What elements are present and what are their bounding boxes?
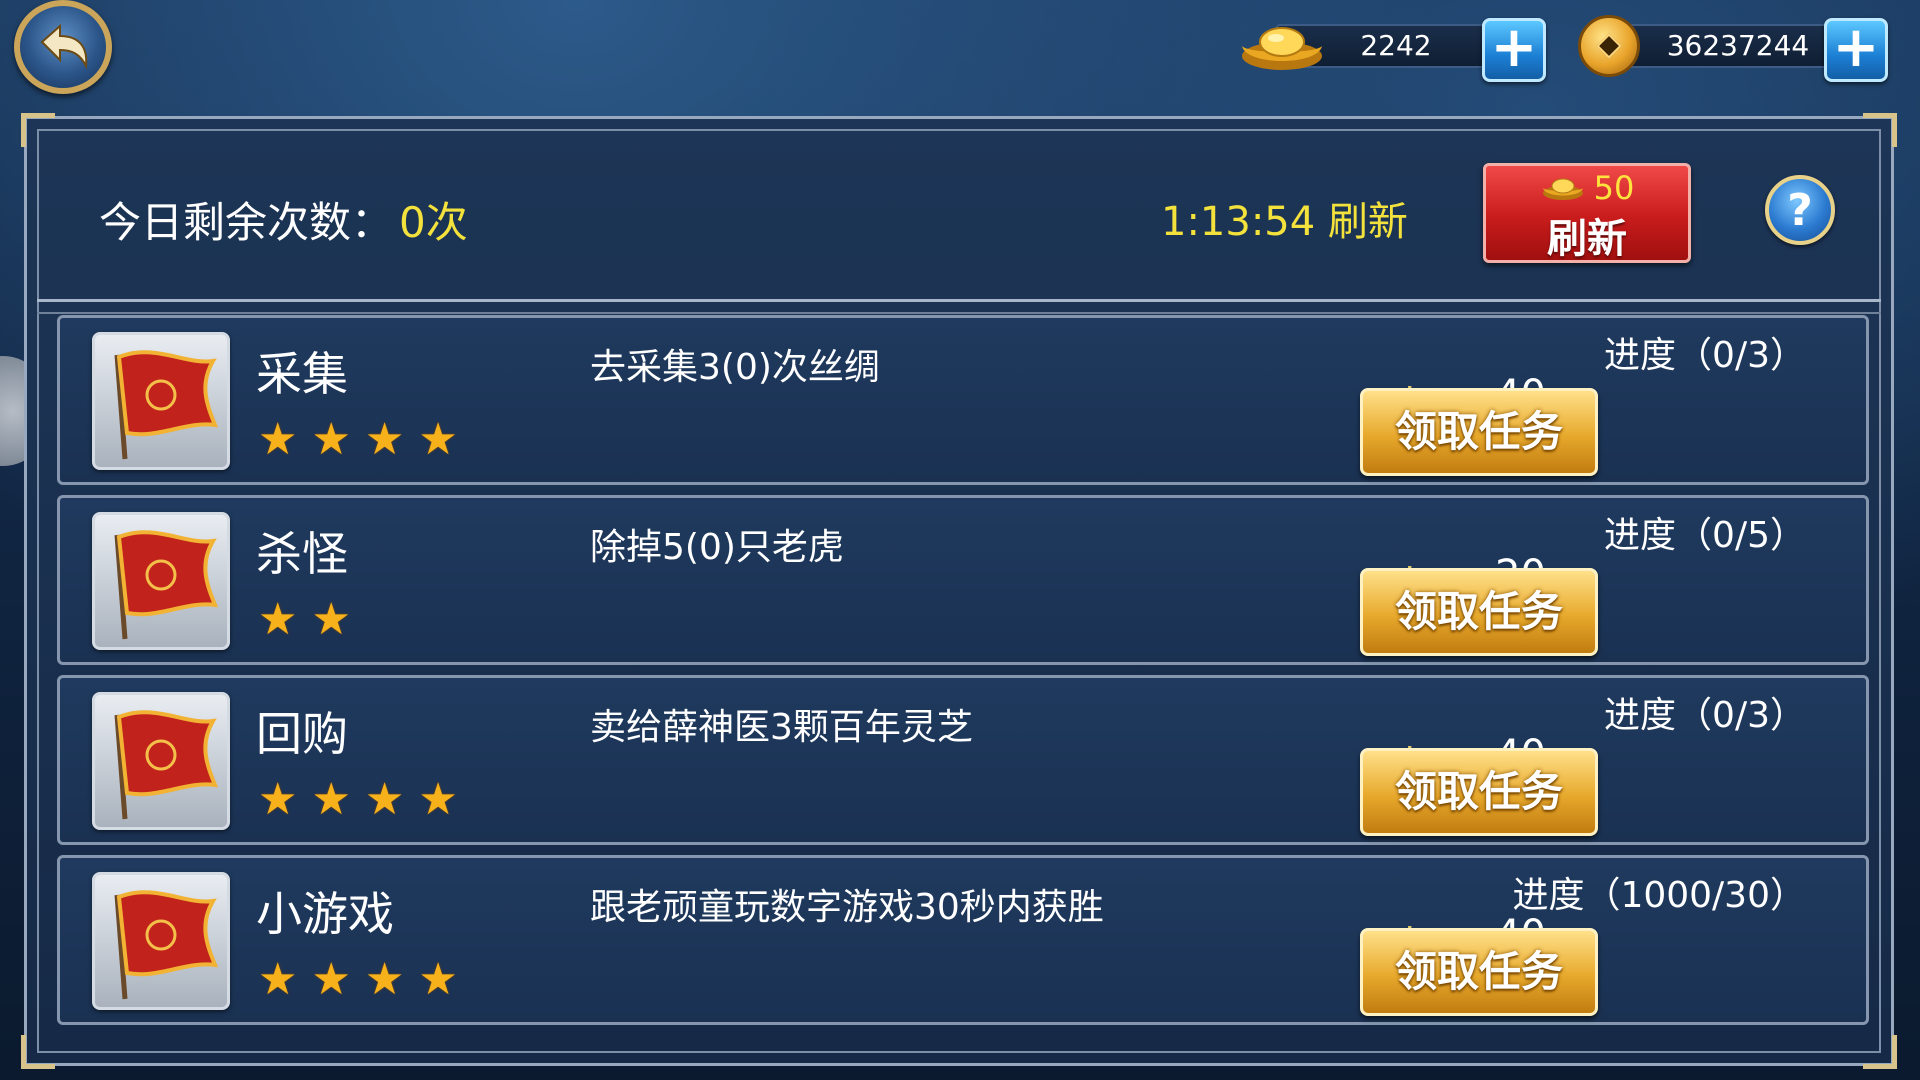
ingot-amount: 2242 [1360, 29, 1432, 62]
star-icon: ★ [311, 414, 351, 465]
star-icon: ★ [258, 954, 298, 1005]
task-description: 除掉5(0)只老虎 [590, 527, 844, 568]
star-icon: ★ [311, 954, 351, 1005]
task-name: 采集 [256, 347, 348, 401]
task-description: 卖给薛神医3颗百年灵芝 [590, 707, 973, 748]
refresh-label: 刷新 [1547, 216, 1627, 262]
accept-task-button[interactable]: 领取任务 [1360, 388, 1598, 476]
remaining-count: 今日剩余次数： 0次 [99, 189, 468, 250]
star-icon: ★ [418, 414, 458, 465]
difficulty-stars: ★ ★ ★ ★ [258, 418, 458, 462]
star-icon: ★ [364, 414, 405, 465]
task-row: 杀怪 ★★ 除掉5(0)只老虎 帮贡 20 进度（0/5） 领取任务 [57, 495, 1869, 665]
task-row: 回购 ★★★★ 卖给薛神医3颗百年灵芝 帮贡 40 进度（0/3） 领取任务 [57, 675, 1869, 845]
star-icon: ★ [364, 954, 405, 1005]
accept-task-button[interactable]: 领取任务 [1360, 748, 1598, 836]
star-icon: ★ [311, 594, 351, 645]
task-description: 跟老顽童玩数字游戏30秒内获胜 [590, 887, 1104, 928]
task-flag-icon [92, 692, 230, 830]
task-row: 采集 ★★★★ 去采集3(0)次丝绸 帮贡 40 进度（0/3） 领取任务 [57, 315, 1869, 485]
coin-amount: 36237244 [1666, 29, 1810, 62]
difficulty-stars: ★ ★ ★ ★ [258, 778, 458, 822]
task-progress: 进度（0/3） [1604, 335, 1806, 376]
back-arrow-icon [40, 23, 88, 70]
gold-ingot-icon [1542, 178, 1583, 200]
task-progress: 进度（1000/30） [1512, 875, 1806, 916]
accept-task-button[interactable]: 领取任务 [1360, 568, 1598, 656]
remaining-label: 今日剩余次数： [99, 198, 394, 247]
star-icon: ★ [418, 954, 458, 1005]
task-flag-icon [92, 512, 230, 650]
task-name: 回购 [256, 707, 348, 761]
task-description: 去采集3(0)次丝绸 [590, 347, 880, 388]
add-ingot-button[interactable]: + [1482, 18, 1546, 82]
star-icon: ★ [258, 414, 298, 465]
add-coin-button[interactable]: + [1824, 18, 1888, 82]
task-flag-icon [92, 872, 230, 1010]
task-progress: 进度（0/5） [1604, 515, 1806, 556]
task-row: 小游戏 ★★★★ 跟老顽童玩数字游戏30秒内获胜 帮贡 40 进度（1000/3… [57, 855, 1869, 1025]
guild-task-panel: 今日剩余次数： 0次 1:13:54 刷新 50 刷新 ? 采集 ★ ★ ★ ★ 去采集… [21, 113, 1897, 1069]
coin-currency: 36237244 + [1578, 14, 1898, 82]
remaining-value: 0次 [399, 198, 468, 247]
task-name: 小游戏 [256, 887, 394, 941]
task-name: 杀怪 [256, 527, 348, 581]
difficulty-stars: ★ ★ ★ ★ [258, 958, 458, 1002]
difficulty-stars: ★ ★ [258, 598, 351, 642]
help-button[interactable]: ? [1765, 175, 1835, 245]
copper-coin-icon [1578, 15, 1640, 77]
accept-task-button[interactable]: 领取任务 [1360, 928, 1598, 1016]
refresh-timer: 1:13:54 刷新 [1161, 199, 1408, 245]
refresh-cost: 50 [1593, 169, 1635, 207]
star-icon: ★ [258, 594, 298, 645]
star-icon: ★ [418, 774, 458, 825]
gold-ingot-icon [1242, 27, 1322, 70]
refresh-button[interactable]: 50 刷新 [1483, 163, 1691, 263]
star-icon: ★ [258, 774, 298, 825]
ingot-currency: 2242 + [1236, 14, 1556, 82]
task-progress: 进度（0/3） [1604, 695, 1806, 736]
task-flag-icon [92, 332, 230, 470]
star-icon: ★ [311, 774, 351, 825]
question-icon: ? [1787, 184, 1813, 236]
star-icon: ★ [364, 774, 405, 825]
back-button[interactable] [14, 0, 112, 94]
